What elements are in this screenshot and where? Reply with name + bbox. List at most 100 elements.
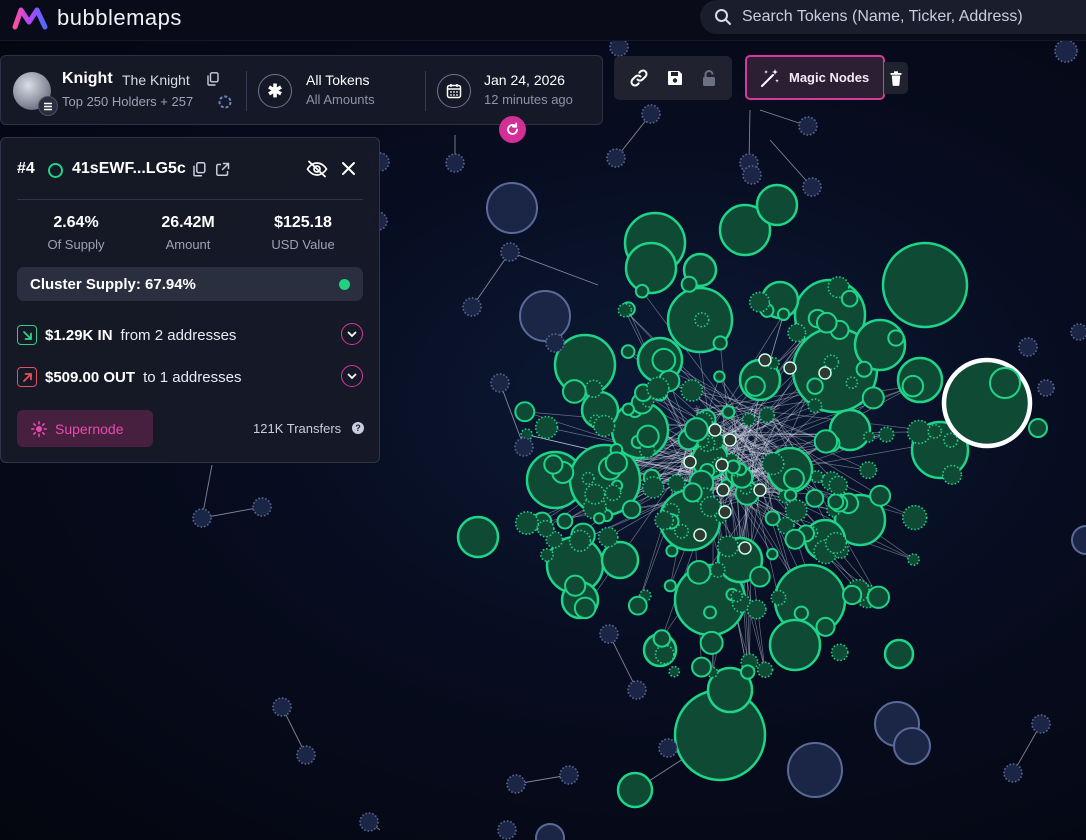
holder-bubble[interactable] (663, 579, 677, 593)
outer-holder-bubble[interactable] (535, 823, 565, 840)
holder-bubble[interactable] (514, 510, 539, 535)
holder-bubble[interactable] (573, 596, 597, 620)
outer-holder-bubble[interactable] (462, 297, 482, 317)
outer-holder-bubble[interactable] (519, 290, 571, 342)
holder-bubble[interactable] (713, 370, 726, 383)
help-icon[interactable]: ? (352, 422, 364, 434)
holder-bubble[interactable] (901, 374, 925, 398)
holder-bubble[interactable] (855, 360, 873, 378)
chevron-down-icon[interactable] (341, 365, 363, 387)
holder-bubble[interactable] (694, 312, 710, 328)
holder-bubble[interactable] (770, 589, 787, 606)
holder-bubble[interactable] (721, 405, 736, 420)
holder-bubble[interactable] (907, 553, 920, 566)
inflow-row[interactable]: $1.29K IN from 2 addresses (17, 322, 363, 348)
holder-bubble[interactable] (941, 464, 963, 486)
holder-bubble[interactable] (869, 484, 892, 507)
holder-bubble[interactable] (815, 311, 838, 334)
holder-bubble[interactable] (616, 771, 654, 809)
holder-bubble[interactable] (674, 523, 690, 539)
holder-bubble[interactable] (927, 424, 943, 439)
holder-bubble[interactable] (716, 535, 739, 558)
holder-bubble[interactable] (842, 584, 863, 606)
outer-holder-bubble[interactable] (490, 373, 510, 393)
close-icon[interactable] (341, 161, 356, 176)
outer-holder-bubble[interactable] (500, 242, 520, 262)
holder-bubble[interactable] (741, 412, 756, 427)
holder-bubble[interactable] (604, 451, 628, 475)
holder-bubble[interactable] (758, 406, 776, 424)
outer-holder-bubble[interactable] (893, 727, 931, 765)
link-icon[interactable] (629, 68, 649, 88)
refresh-button[interactable] (499, 116, 526, 143)
chevron-down-icon[interactable] (341, 323, 363, 345)
logo[interactable]: bubblemaps (12, 5, 182, 31)
copy-address-icon[interactable] (193, 162, 206, 177)
holder-bubble[interactable] (989, 367, 1021, 399)
outer-holder-bubble[interactable] (1037, 379, 1055, 397)
holder-bubble[interactable] (793, 605, 809, 621)
token-filter-button[interactable]: ✱ (258, 74, 292, 108)
holder-bubble[interactable] (861, 386, 885, 410)
holder-bubble[interactable] (593, 512, 606, 525)
outer-holder-bubble[interactable] (1071, 525, 1086, 555)
cluster-supply-bar[interactable]: Cluster Supply: 67.94% (17, 267, 363, 301)
outer-holder-bubble[interactable] (658, 738, 678, 758)
holder-bubble[interactable] (827, 493, 845, 511)
outer-holder-bubble[interactable] (514, 437, 534, 457)
holder-bubble[interactable] (617, 302, 633, 318)
holder-bubble[interactable] (593, 414, 616, 438)
holder-bubble[interactable] (561, 379, 587, 404)
holder-bubble[interactable] (543, 454, 564, 475)
tagged-holder-bubble[interactable] (783, 361, 797, 375)
holder-bubble[interactable] (768, 618, 822, 672)
holder-bubble[interactable] (654, 644, 675, 665)
holder-bubble[interactable] (620, 344, 636, 359)
tagged-holder-bubble[interactable] (758, 353, 772, 367)
outer-holder-bubble[interactable] (606, 148, 626, 168)
supernode-button[interactable]: Supernode (17, 410, 153, 447)
holder-bubble[interactable] (782, 467, 805, 490)
holder-bubble[interactable] (691, 656, 712, 678)
holder-bubble[interactable] (536, 519, 555, 538)
holder-bubble[interactable] (604, 484, 622, 502)
holder-bubble[interactable] (901, 504, 928, 531)
holder-bubble[interactable] (887, 329, 905, 347)
tagged-holder-bubble[interactable] (716, 483, 730, 497)
holder-bubble[interactable] (651, 347, 677, 373)
holder-bubble[interactable] (749, 565, 771, 588)
holder-bubble[interactable] (1028, 418, 1048, 438)
holder-bubble[interactable] (810, 469, 824, 484)
tagged-holder-bubble[interactable] (693, 528, 707, 542)
holder-bubble[interactable] (621, 402, 635, 416)
outflow-row[interactable]: $509.00 OUT to 1 addresses (17, 364, 363, 390)
holder-bubble[interactable] (680, 275, 698, 293)
outer-holder-bubble[interactable] (1003, 763, 1023, 783)
lock-icon[interactable] (701, 69, 717, 87)
holder-bubble[interactable] (725, 459, 741, 475)
tagged-holder-bubble[interactable] (738, 541, 752, 555)
holder-bubble[interactable] (682, 482, 703, 503)
holders-count[interactable]: Top 250 Holders + 257 (62, 94, 193, 109)
holder-bubble[interactable] (730, 589, 743, 603)
holder-bubble[interactable] (654, 510, 675, 531)
holder-bubble[interactable] (584, 483, 606, 505)
clear-magic-nodes-button[interactable] (884, 62, 908, 94)
copy-icon[interactable] (207, 72, 219, 86)
holder-bubble[interactable] (828, 475, 849, 496)
outer-holder-bubble[interactable] (1018, 337, 1038, 357)
holder-bubble[interactable] (815, 616, 836, 637)
outer-holder-bubble[interactable] (545, 333, 565, 353)
holder-bubble[interactable] (652, 629, 672, 648)
holder-bubble[interactable] (665, 544, 679, 558)
holder-bubble[interactable] (683, 417, 709, 442)
holder-bubble[interactable] (641, 476, 665, 499)
holder-bubble[interactable] (634, 283, 650, 299)
holder-bubble[interactable] (744, 375, 766, 397)
outer-holder-bubble[interactable] (742, 165, 762, 185)
holder-bubble[interactable] (881, 241, 969, 329)
outer-holder-bubble[interactable] (445, 153, 465, 173)
holder-bubble[interactable] (756, 661, 774, 679)
holder-bubble[interactable] (646, 376, 670, 400)
holder-bubble[interactable] (878, 426, 895, 443)
